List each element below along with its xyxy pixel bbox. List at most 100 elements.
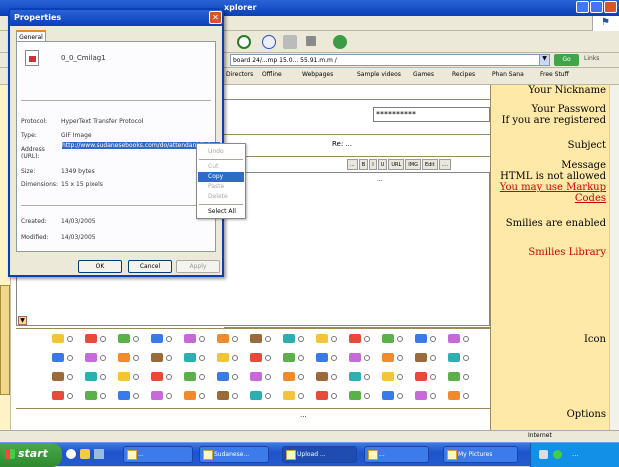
icon-radio[interactable] [331, 393, 337, 399]
smiley-icon[interactable] [349, 334, 361, 343]
icon-radio[interactable] [397, 374, 403, 380]
smiley-icon[interactable] [52, 334, 64, 343]
editor-button[interactable]: U [377, 159, 388, 170]
icon-radio[interactable] [133, 336, 139, 342]
icon-radio[interactable] [463, 355, 469, 361]
smiley-icon[interactable] [151, 391, 163, 400]
icon-radio[interactable] [67, 393, 73, 399]
icon-radio[interactable] [67, 355, 73, 361]
markup-codes-link[interactable]: You may use Markup Codes [491, 182, 606, 204]
icon-radio[interactable] [133, 374, 139, 380]
icon-radio[interactable] [298, 374, 304, 380]
link-item[interactable]: Directors [226, 71, 253, 78]
icon-radio[interactable] [232, 374, 238, 380]
smiley-icon[interactable] [415, 372, 427, 381]
smiley-icon[interactable] [118, 334, 130, 343]
smilies-library-link[interactable]: Smilies Library [491, 247, 606, 258]
icon-radio[interactable] [199, 355, 205, 361]
icon-radio[interactable] [166, 336, 172, 342]
icon-radio[interactable] [364, 336, 370, 342]
link-item[interactable]: Sample videos [357, 71, 401, 78]
tray-icon[interactable] [539, 450, 548, 459]
smiley-icon[interactable] [217, 372, 229, 381]
editor-button[interactable]: B [358, 159, 369, 170]
menu-delete[interactable]: Delete [198, 192, 244, 202]
icon-radio[interactable] [397, 393, 403, 399]
messenger-icon[interactable] [333, 35, 347, 49]
icon-radio[interactable] [166, 393, 172, 399]
link-item[interactable]: Free Stuff [540, 71, 569, 78]
icon-radio[interactable] [100, 374, 106, 380]
icon-radio[interactable] [430, 355, 436, 361]
icon-radio[interactable] [133, 393, 139, 399]
smiley-icon[interactable] [250, 353, 262, 362]
smiley-icon[interactable] [382, 391, 394, 400]
smiley-icon[interactable] [151, 334, 163, 343]
icon-radio[interactable] [463, 374, 469, 380]
icon-radio[interactable] [430, 336, 436, 342]
icon-radio[interactable] [67, 374, 73, 380]
smiley-icon[interactable] [382, 334, 394, 343]
smiley-icon[interactable] [283, 334, 295, 343]
icon-radio[interactable] [199, 336, 205, 342]
apply-button[interactable]: Apply [176, 260, 220, 273]
smiley-icon[interactable] [250, 334, 262, 343]
icon-radio[interactable] [331, 355, 337, 361]
icon-radio[interactable] [199, 393, 205, 399]
editor-button[interactable]: ... [347, 159, 358, 170]
taskbar-button[interactable]: ... [123, 446, 193, 463]
menu-select-all[interactable]: Select All [198, 207, 244, 217]
icon-radio[interactable] [364, 374, 370, 380]
cancel-button[interactable]: Cancel [128, 260, 172, 273]
smiley-icon[interactable] [52, 372, 64, 381]
minimize-button[interactable] [576, 1, 589, 13]
menu-paste[interactable]: Paste [198, 182, 244, 192]
password-field[interactable]: ********** [373, 107, 490, 122]
link-item[interactable]: Offline [262, 71, 282, 78]
link-item[interactable]: Webpages [302, 71, 333, 78]
icon-radio[interactable] [232, 393, 238, 399]
icon-radio[interactable] [397, 336, 403, 342]
editor-button[interactable]: I [369, 159, 377, 170]
icon-radio[interactable] [463, 336, 469, 342]
icon-radio[interactable] [265, 336, 271, 342]
editor-button[interactable]: URL [388, 159, 405, 170]
icon-radio[interactable] [166, 374, 172, 380]
smiley-icon[interactable] [85, 334, 97, 343]
smiley-icon[interactable] [415, 391, 427, 400]
collapse-toggle-icon[interactable]: ▼ [18, 316, 27, 325]
icon-radio[interactable] [430, 374, 436, 380]
close-button[interactable] [604, 1, 617, 13]
icon-radio[interactable] [100, 336, 106, 342]
smiley-icon[interactable] [349, 353, 361, 362]
icon-radio[interactable] [463, 393, 469, 399]
menu-copy[interactable]: Copy [198, 172, 244, 182]
icon-radio[interactable] [265, 393, 271, 399]
smiley-icon[interactable] [118, 391, 130, 400]
smiley-icon[interactable] [349, 372, 361, 381]
menu-undo[interactable]: Undo [198, 147, 244, 157]
smiley-icon[interactable] [448, 391, 460, 400]
page-scrollbar[interactable] [609, 85, 619, 430]
scroll-thumb[interactable] [0, 285, 10, 395]
media-quicklaunch-icon[interactable] [94, 449, 104, 459]
link-item[interactable]: Games [413, 71, 434, 78]
address-input[interactable]: board 24/...mp 15.0... 55.91.m.m / [230, 54, 550, 66]
taskbar-button[interactable]: My Pictures [443, 446, 518, 463]
smiley-icon[interactable] [85, 372, 97, 381]
maximize-button[interactable] [590, 1, 603, 13]
icon-radio[interactable] [100, 355, 106, 361]
icon-radio[interactable] [232, 355, 238, 361]
icon-radio[interactable] [133, 355, 139, 361]
smiley-icon[interactable] [184, 334, 196, 343]
smiley-icon[interactable] [250, 372, 262, 381]
smiley-icon[interactable] [316, 391, 328, 400]
icon-radio[interactable] [331, 374, 337, 380]
icon-radio[interactable] [166, 355, 172, 361]
smiley-icon[interactable] [382, 353, 394, 362]
smiley-icon[interactable] [184, 372, 196, 381]
smiley-icon[interactable] [118, 353, 130, 362]
ie-quicklaunch-icon[interactable] [66, 449, 76, 459]
link-item[interactable]: Phan Sana [492, 71, 524, 78]
smiley-icon[interactable] [85, 353, 97, 362]
